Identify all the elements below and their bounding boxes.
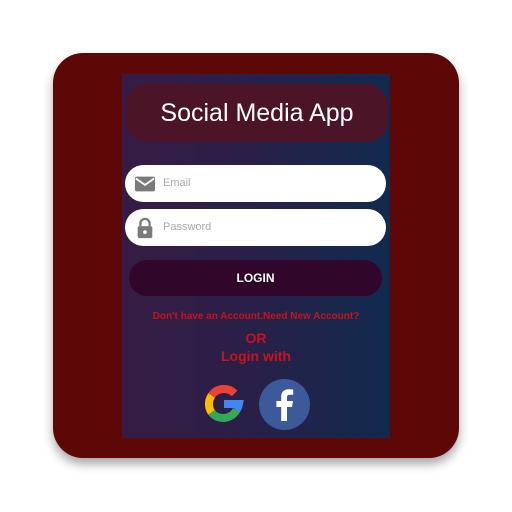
facebook-icon [276,389,294,421]
password-field[interactable]: Password [125,209,386,246]
app-title: Social Media App [126,84,388,142]
google-icon [204,385,244,422]
email-field[interactable]: Email [125,165,386,202]
lock-icon [137,217,153,239]
login-with-label: Login with [221,348,291,364]
email-placeholder: Email [163,177,191,189]
signup-link[interactable]: Don't have an Account.Need New Account? [122,311,390,322]
facebook-login-button[interactable] [259,379,310,430]
or-divider-text: OR [245,330,267,346]
login-button[interactable]: LOGIN [129,260,382,296]
password-placeholder: Password [163,221,212,233]
google-login-button[interactable] [198,378,250,430]
mail-icon [134,176,156,192]
app-screen: Social Media App Email Password LOGIN Do… [122,74,390,438]
